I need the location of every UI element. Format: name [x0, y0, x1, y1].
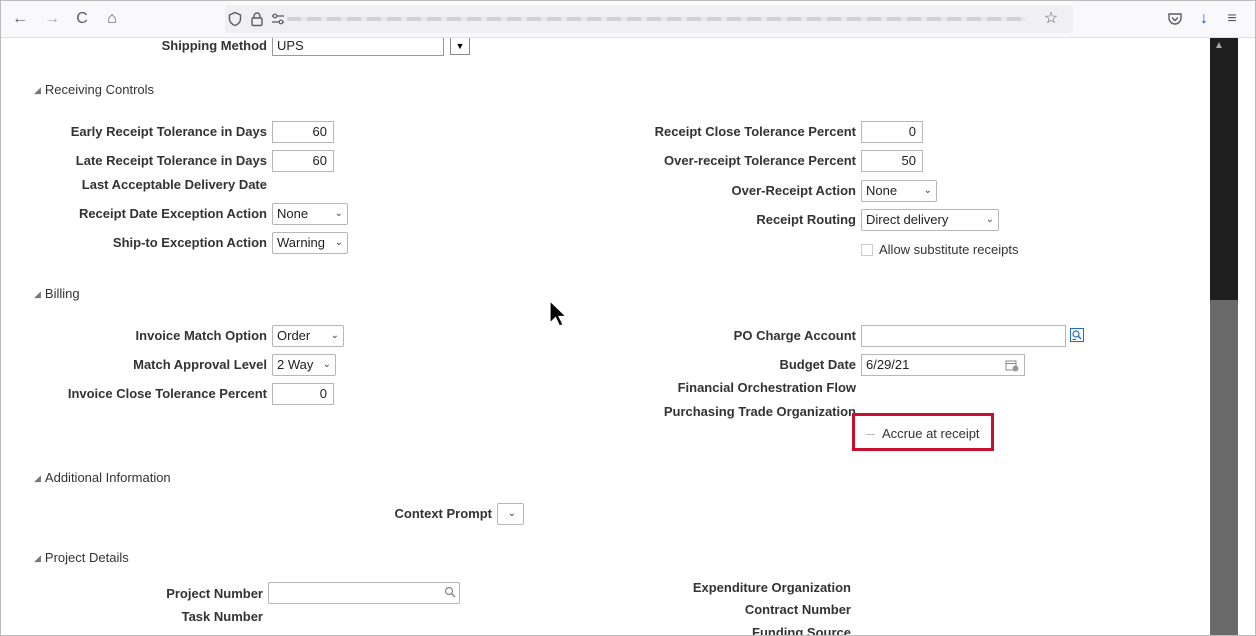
home-icon[interactable]: ⌂ — [102, 9, 122, 29]
contract-number-label: Contract Number — [744, 602, 851, 617]
page-content: Shipping Method UPS ▼ ◢ Receiving Control… — [0, 38, 1200, 636]
select-value: Direct delivery — [866, 212, 949, 227]
lock-icon[interactable] — [249, 11, 265, 27]
pocket-icon[interactable] — [1167, 11, 1183, 27]
context-prompt-select[interactable]: ⌄ — [497, 503, 524, 525]
select-value: 2 Way — [277, 357, 314, 372]
receipt-routing-select[interactable]: Direct delivery ⌄ — [861, 209, 999, 231]
permissions-icon[interactable] — [271, 13, 285, 25]
invoice-match-option-select[interactable]: Order ⌄ — [272, 325, 344, 347]
collapse-triangle-icon[interactable]: ◢ — [34, 85, 41, 96]
project-number-label: Project Number — [166, 586, 263, 601]
shipping-method-dropdown-button[interactable]: ▼ — [450, 38, 470, 55]
project-number-input[interactable] — [268, 582, 460, 604]
invoice-close-tolerance-label: Invoice Close Tolerance Percent — [67, 386, 267, 401]
receipt-close-tolerance-label: Receipt Close Tolerance Percent — [654, 124, 856, 139]
early-receipt-input[interactable]: 60 — [272, 121, 334, 143]
scrollbar-thumb[interactable] — [1210, 300, 1238, 636]
highlight-box — [852, 413, 994, 451]
chevron-down-icon: ⌄ — [322, 359, 331, 370]
receipt-date-exception-select[interactable]: None ⌄ — [272, 203, 348, 225]
late-receipt-input[interactable]: 60 — [272, 150, 334, 172]
url-bar[interactable]: ☆ — [225, 5, 1073, 33]
bookmark-star-icon[interactable]: ☆ — [1041, 9, 1061, 29]
po-charge-account-label: PO Charge Account — [733, 328, 856, 343]
chevron-down-icon: ⌄ — [330, 330, 339, 341]
receipt-close-tolerance-input[interactable]: 0 — [861, 121, 923, 143]
page-scrollbar[interactable]: ▲ — [1200, 38, 1256, 636]
receipt-date-exception-label: Receipt Date Exception Action — [78, 206, 267, 221]
section-title: Additional Information — [44, 470, 171, 485]
budget-date-label: Budget Date — [779, 357, 856, 372]
match-approval-level-label: Match Approval Level — [133, 357, 267, 372]
over-receipt-action-label: Over-Receipt Action — [731, 183, 857, 198]
expenditure-organization-label: Expenditure Organization — [692, 580, 851, 595]
mouse-cursor-icon — [549, 300, 568, 327]
account-search-icon[interactable] — [1070, 328, 1084, 342]
section-title: Billing — [44, 286, 80, 301]
select-value: None — [277, 206, 309, 221]
over-receipt-tolerance-input[interactable]: 50 — [861, 150, 923, 172]
chevron-down-icon: ⌄ — [923, 185, 932, 196]
shipping-method-label: Shipping Method — [161, 38, 267, 53]
checkbox-box[interactable] — [861, 244, 873, 256]
calendar-icon[interactable] — [1005, 359, 1019, 372]
section-receiving-controls[interactable]: ◢ Receiving Controls — [34, 82, 154, 97]
early-receipt-label: Early Receipt Tolerance in Days — [70, 124, 267, 139]
chevron-down-icon: ⌄ — [334, 208, 343, 219]
purchasing-trade-org-label: Purchasing Trade Organization — [663, 404, 856, 419]
shipping-method-value[interactable]: UPS — [272, 38, 444, 56]
chevron-down-icon: ⌄ — [334, 237, 343, 248]
back-icon[interactable]: ← — [10, 9, 30, 29]
task-number-label: Task Number — [181, 609, 263, 624]
menu-icon[interactable]: ≡ — [1222, 9, 1242, 29]
select-value: Order — [277, 328, 311, 343]
select-value: None — [866, 183, 898, 198]
over-receipt-tolerance-label: Over-receipt Tolerance Percent — [664, 153, 856, 168]
match-approval-level-select[interactable]: 2 Way ⌄ — [272, 354, 336, 376]
chevron-down-icon: ⌄ — [507, 508, 516, 519]
financial-orchestration-label: Financial Orchestration Flow — [677, 380, 856, 395]
collapse-triangle-icon[interactable]: ◢ — [34, 289, 41, 300]
section-billing[interactable]: ◢ Billing — [34, 286, 80, 301]
forward-icon[interactable]: → — [42, 9, 62, 29]
last-acceptable-date-label: Last Acceptable Delivery Date — [81, 177, 267, 192]
search-icon[interactable] — [444, 586, 456, 598]
invoice-close-tolerance-input[interactable]: 0 — [272, 383, 334, 405]
browser-toolbar: ← → C ⌂ ☆ ↓ ≡ — [0, 0, 1256, 38]
ship-to-exception-select[interactable]: Warning ⌄ — [272, 232, 348, 254]
allow-substitute-checkbox[interactable]: Allow substitute receipts — [861, 242, 1018, 257]
collapse-triangle-icon[interactable]: ◢ — [34, 473, 41, 484]
section-project-details[interactable]: ◢ Project Details — [34, 550, 129, 565]
collapse-triangle-icon[interactable]: ◢ — [34, 553, 41, 564]
section-title: Project Details — [44, 550, 129, 565]
url-text — [287, 17, 1027, 21]
chevron-down-icon: ⌄ — [985, 214, 994, 225]
over-receipt-action-select[interactable]: None ⌄ — [861, 180, 937, 202]
funding-source-label: Funding Source — [752, 625, 851, 636]
section-title: Receiving Controls — [44, 82, 155, 97]
late-receipt-label: Late Receipt Tolerance in Days — [75, 153, 267, 168]
po-charge-account-input[interactable] — [861, 325, 1066, 347]
receipt-routing-label: Receipt Routing — [756, 212, 856, 227]
invoice-match-option-label: Invoice Match Option — [135, 328, 267, 343]
checkbox-label: Allow substitute receipts — [879, 242, 1019, 257]
downloads-icon[interactable]: ↓ — [1194, 9, 1214, 29]
ship-to-exception-label: Ship-to Exception Action — [112, 235, 267, 250]
select-value: Warning — [277, 235, 325, 250]
shield-icon[interactable] — [227, 11, 243, 27]
reload-icon[interactable]: C — [72, 9, 92, 29]
context-prompt-label: Context Prompt — [394, 506, 493, 521]
scroll-up-icon[interactable]: ▲ — [1214, 40, 1224, 51]
section-additional-information[interactable]: ◢ Additional Information — [34, 470, 171, 485]
budget-date-input[interactable]: 6/29/21 — [861, 354, 1025, 376]
